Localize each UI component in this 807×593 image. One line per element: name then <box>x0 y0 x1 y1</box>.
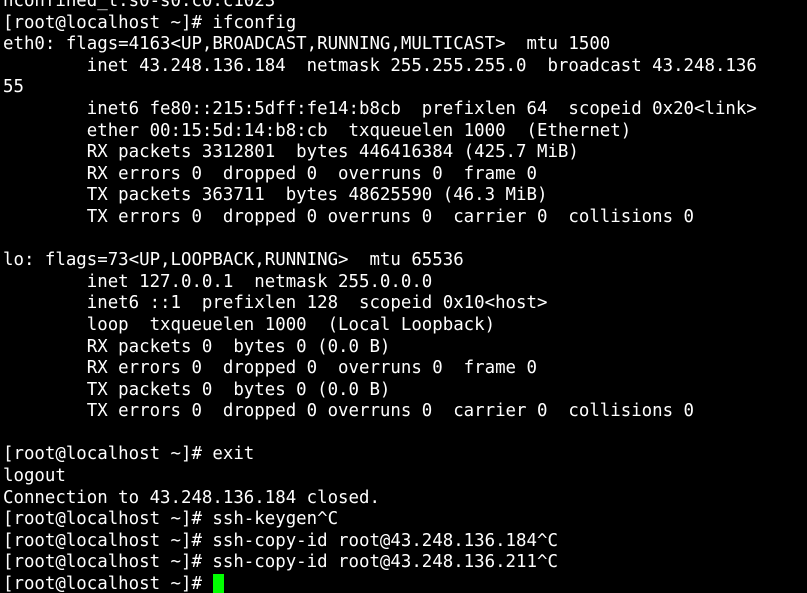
terminal-line: RX errors 0 dropped 0 overruns 0 frame 0 <box>3 358 537 379</box>
terminal-line: TX packets 0 bytes 0 (0.0 B) <box>3 379 391 400</box>
terminal-line: loop txqueuelen 1000 (Local Loopback) <box>3 314 496 335</box>
terminal-line: ether 00:15:5d:14:b8:cb txqueuelen 1000 … <box>3 120 632 141</box>
terminal-line: logout <box>3 466 66 487</box>
terminal-line: 55 <box>3 77 24 98</box>
terminal-line: [root@localhost ~]# ssh-copy-id root@43.… <box>3 552 558 573</box>
terminal-line: RX packets 3312801 bytes 446416384 (425.… <box>3 142 579 163</box>
terminal-line: inet6 ::1 prefixlen 128 scopeid 0x10<hos… <box>3 293 548 314</box>
terminal-line: TX errors 0 dropped 0 overruns 0 carrier… <box>3 206 695 227</box>
terminal-line: inet6 fe80::215:5dff:fe14:b8cb prefixlen… <box>3 98 757 119</box>
shell-prompt: [root@localhost ~]# <box>3 574 213 593</box>
terminal-line: [root@localhost ~]# ifconfig <box>3 12 297 33</box>
terminal-line: TX packets 363711 bytes 48625590 (46.3 M… <box>3 185 548 206</box>
terminal-line: inet 127.0.0.1 netmask 255.0.0.0 <box>3 271 433 292</box>
terminal-line: RX errors 0 dropped 0 overruns 0 frame 0 <box>3 163 537 184</box>
terminal-line: lo: flags=73<UP,LOOPBACK,RUNNING> mtu 65… <box>3 250 464 271</box>
terminal-window[interactable]: nconfined_t:s0-s0:c0.c1023 [root@localho… <box>0 0 807 593</box>
terminal-line: Connection to 43.248.136.184 closed. <box>3 487 380 508</box>
command-prompt-line[interactable]: [root@localhost ~]# <box>0 574 807 593</box>
terminal-line: nconfined_t:s0-s0:c0.c1023 <box>3 0 276 11</box>
terminal-line: [root@localhost ~]# exit <box>3 444 255 465</box>
terminal-line: TX errors 0 dropped 0 overruns 0 carrier… <box>3 401 695 422</box>
terminal-line: inet 43.248.136.184 netmask 255.255.255.… <box>3 55 757 76</box>
terminal-line: [root@localhost ~]# ssh-copy-id root@43.… <box>3 530 558 551</box>
terminal-line: eth0: flags=4163<UP,BROADCAST,RUNNING,MU… <box>3 34 611 55</box>
text-cursor[interactable] <box>213 574 225 593</box>
terminal-line: RX packets 0 bytes 0 (0.0 B) <box>3 336 391 357</box>
terminal-line: [root@localhost ~]# ssh-keygen^C <box>3 509 339 530</box>
